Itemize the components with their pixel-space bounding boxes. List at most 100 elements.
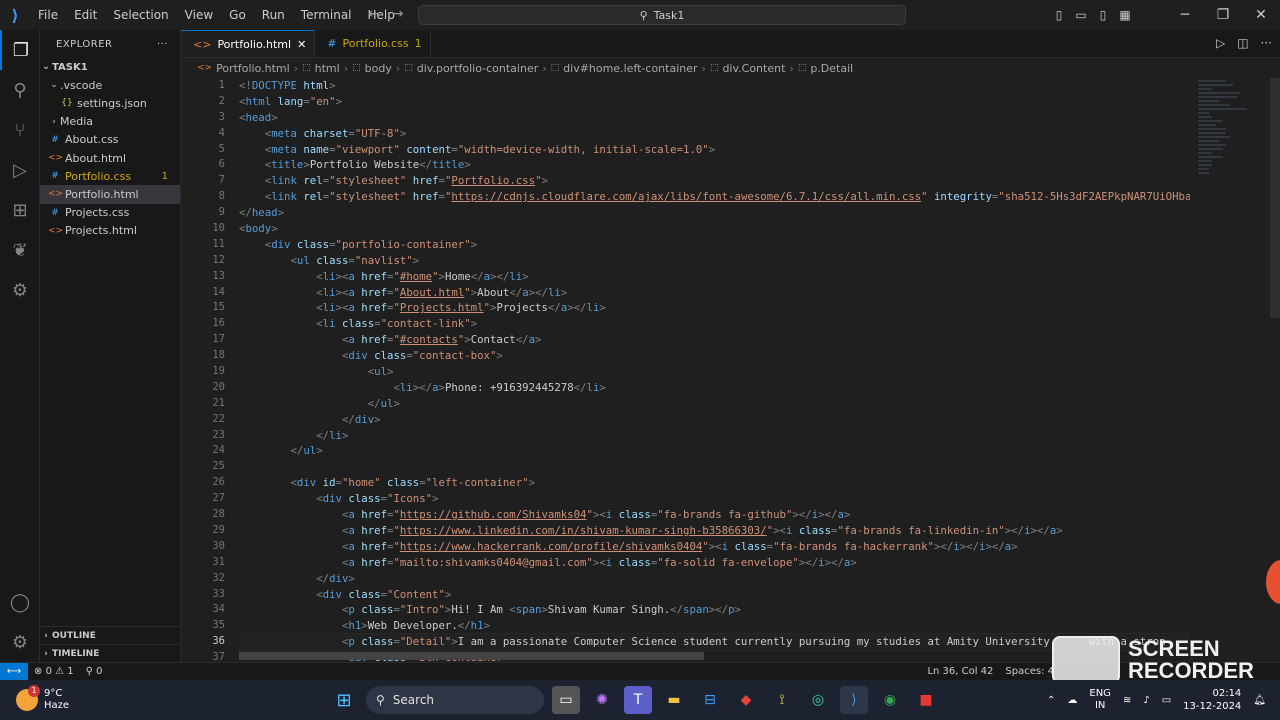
minimize-icon[interactable]: ─: [1166, 7, 1204, 23]
code-line[interactable]: <link rel="stylesheet" href="https://cdn…: [239, 189, 1190, 205]
menu-terminal[interactable]: Terminal: [293, 0, 360, 30]
outline-section[interactable]: › OUTLINE: [40, 626, 181, 644]
remote-indicator-icon[interactable]: ⟷: [0, 662, 28, 681]
chrome-icon[interactable]: ◉: [876, 686, 904, 714]
code-line[interactable]: </head>: [239, 205, 1190, 221]
code-line[interactable]: <body>: [239, 221, 1190, 237]
battery-icon[interactable]: ▭: [1162, 695, 1171, 706]
run-icon[interactable]: ▷: [1216, 36, 1225, 50]
toggle-secondary-sidebar-icon[interactable]: ▯: [1092, 8, 1114, 22]
more-actions-icon[interactable]: ···: [1261, 36, 1272, 50]
code-line[interactable]: <link rel="stylesheet" href="Portfolio.c…: [239, 173, 1190, 189]
menu-run[interactable]: Run: [254, 0, 293, 30]
code-line[interactable]: [239, 459, 1190, 475]
code-line[interactable]: <a href="https://www.hackerrank.com/prof…: [239, 539, 1190, 555]
menu-selection[interactable]: Selection: [105, 0, 176, 30]
close-window-icon[interactable]: ✕: [1242, 7, 1280, 23]
code-line[interactable]: <div class="Content">: [239, 587, 1190, 603]
code-line[interactable]: <li><a href="Projects.html">Projects</a>…: [239, 300, 1190, 316]
language-indicator[interactable]: ENG IN: [1089, 688, 1111, 712]
tab-portfolio-html[interactable]: <> Portfolio.html ✕: [181, 30, 316, 57]
forward-arrow-icon[interactable]: →: [392, 6, 404, 22]
code-line[interactable]: <!DOCTYPE html>: [239, 78, 1190, 94]
code-content[interactable]: <!DOCTYPE html> <html lang="en"> <head> <m…: [239, 78, 1190, 662]
code-line[interactable]: <meta charset="UTF-8">: [239, 126, 1190, 142]
code-line[interactable]: <title>Portfolio Website</title>: [239, 157, 1190, 173]
menu-edit[interactable]: Edit: [66, 0, 105, 30]
code-line[interactable]: <p class="Intro">Hi! I Am <span>Shivam K…: [239, 602, 1190, 618]
code-line[interactable]: <head>: [239, 110, 1190, 126]
vscode-taskbar-icon[interactable]: ⟩: [840, 686, 868, 714]
more-actions-icon[interactable]: ···: [157, 39, 168, 50]
back-arrow-icon[interactable]: ←: [368, 6, 380, 22]
workspace-root[interactable]: ⌄ TASK1: [40, 58, 180, 76]
tab-portfolio-css[interactable]: # Portfolio.css 1: [315, 30, 431, 57]
code-line[interactable]: <li><a href="About.html">About</a></li>: [239, 285, 1190, 301]
explorer-item[interactable]: {} settings.json: [40, 94, 180, 112]
run-debug-icon[interactable]: ▷: [0, 150, 40, 190]
code-line[interactable]: <li></a>Phone: +916392445278</li>: [239, 380, 1190, 396]
remote-explorer-icon[interactable]: ⚙: [0, 270, 40, 310]
code-line[interactable]: <div class="Icons">: [239, 491, 1190, 507]
search-view-icon[interactable]: ⚲: [0, 70, 40, 110]
toggle-panel-icon[interactable]: ▭: [1070, 8, 1092, 22]
explorer-item[interactable]: # About.css: [40, 131, 180, 149]
close-tab-icon[interactable]: ✕: [297, 38, 306, 51]
split-editor-icon[interactable]: ◫: [1237, 36, 1248, 50]
python-icon[interactable]: ⟟: [768, 686, 796, 714]
breadcrumb-item[interactable]: div.portfolio-container: [417, 62, 538, 75]
teams-icon[interactable]: T: [624, 686, 652, 714]
notifications-icon[interactable]: 🔔︎: [1253, 695, 1266, 706]
code-line[interactable]: <a href="#contacts">Contact</a>: [239, 332, 1190, 348]
mongodb-icon[interactable]: ❦: [0, 230, 40, 270]
explorer-item[interactable]: <> About.html: [40, 149, 180, 167]
problems-indicator[interactable]: ⊗ 0 ⚠ 1: [28, 666, 80, 677]
taskbar-search[interactable]: ⚲ Search: [366, 686, 544, 714]
office-icon[interactable]: ◆: [732, 686, 760, 714]
code-line[interactable]: <a href="https://github.com/Shivamks04">…: [239, 507, 1190, 523]
code-editor[interactable]: 1 2 3 4 5 6 7 8 9 10 11 12 13 14 15 16 17 18 19 20 21 22 23 24 2…: [181, 78, 1280, 662]
volume-icon[interactable]: ♪: [1143, 695, 1149, 706]
breadcrumb-item[interactable]: html: [315, 62, 340, 75]
code-line[interactable]: <meta name="viewport" content="width=dev…: [239, 142, 1190, 158]
cursor-position[interactable]: Ln 36, Col 42: [921, 666, 999, 677]
store-icon[interactable]: ⊟: [696, 686, 724, 714]
code-line[interactable]: <a href="mailto:shivamks0404@gmail.com">…: [239, 555, 1190, 571]
task-view-icon[interactable]: ▭: [552, 686, 580, 714]
code-line[interactable]: </ul>: [239, 396, 1190, 412]
code-line[interactable]: <a href="https://www.linkedin.com/in/shi…: [239, 523, 1190, 539]
customize-layout-icon[interactable]: ▦: [1114, 8, 1136, 22]
manage-gear-icon[interactable]: ⚙: [0, 622, 40, 662]
indentation[interactable]: Spaces: 4: [999, 666, 1060, 677]
clock[interactable]: 02:14 13-12-2024: [1183, 687, 1241, 713]
explorer-item[interactable]: # Projects.css: [40, 204, 180, 222]
explorer-item[interactable]: <> Projects.html: [40, 222, 180, 240]
vertical-scrollbar[interactable]: [1270, 78, 1280, 318]
command-center-search[interactable]: ⚲ Task1: [418, 5, 906, 25]
code-line[interactable]: </div>: [239, 571, 1190, 587]
breadcrumb-item[interactable]: body: [365, 62, 392, 75]
breadcrumb-item[interactable]: Portfolio.html: [216, 62, 290, 75]
code-line[interactable]: <div id="home" class="left-container">: [239, 475, 1190, 491]
toggle-primary-sidebar-icon[interactable]: ▯: [1048, 8, 1070, 22]
code-line[interactable]: <ul>: [239, 364, 1190, 380]
edge-icon[interactable]: ◎: [804, 686, 832, 714]
code-line[interactable]: <h1>Web Developer.</h1>: [239, 618, 1190, 634]
start-windows-icon[interactable]: ⊞: [330, 686, 358, 714]
account-icon[interactable]: ◯: [0, 582, 40, 622]
explorer-item[interactable]: › Media: [40, 113, 180, 131]
extensions-icon[interactable]: ⊞: [0, 190, 40, 230]
code-line[interactable]: </ul>: [239, 443, 1190, 459]
code-line[interactable]: <ul class="navlist">: [239, 253, 1190, 269]
recorder-taskbar-icon[interactable]: ■: [912, 686, 940, 714]
timeline-section[interactable]: › TIMELINE: [40, 644, 181, 662]
explorer-icon[interactable]: ❐: [0, 30, 40, 70]
code-line[interactable]: <li class="contact-link">: [239, 316, 1190, 332]
code-line[interactable]: <html lang="en">: [239, 94, 1190, 110]
breadcrumb-item[interactable]: div#home.left-container: [563, 62, 697, 75]
menu-go[interactable]: Go: [221, 0, 254, 30]
breadcrumb-item[interactable]: p.Detail: [810, 62, 853, 75]
explorer-item[interactable]: # Portfolio.css 1: [40, 167, 180, 185]
menu-view[interactable]: View: [177, 0, 221, 30]
menu-file[interactable]: File: [30, 0, 66, 30]
